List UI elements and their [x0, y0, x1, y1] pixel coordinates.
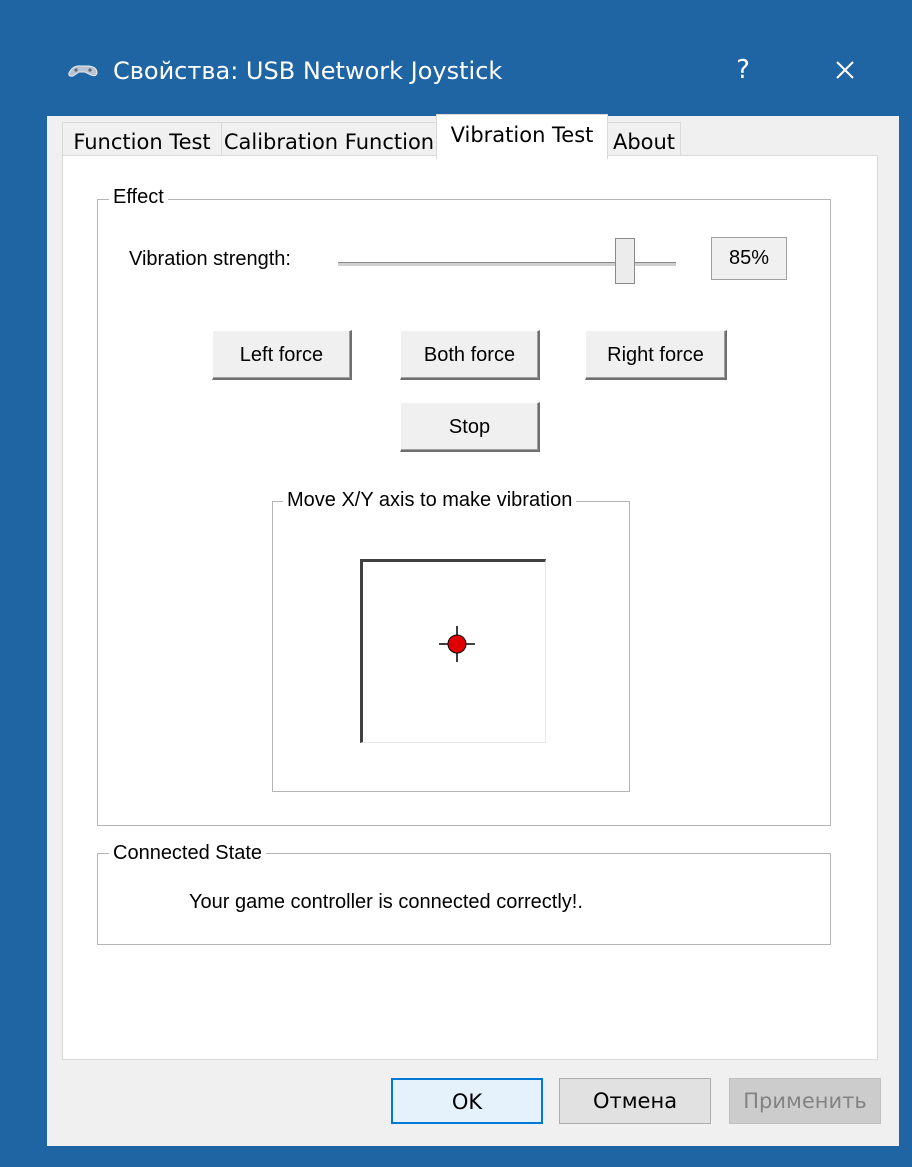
tab-vibration-test[interactable]: Vibration Test — [436, 114, 608, 159]
apply-button[interactable]: Применить — [729, 1078, 881, 1124]
right-force-button[interactable]: Right force — [585, 330, 727, 380]
connection-status-message: Your game controller is connected correc… — [189, 891, 583, 913]
vibration-test-panel: Effect Vibration strength: 85% Left forc… — [62, 155, 878, 1060]
close-icon[interactable] — [817, 46, 873, 94]
slider-thumb[interactable] — [615, 238, 636, 284]
cancel-button[interactable]: Отмена — [559, 1078, 711, 1124]
connected-state-label: Connected State — [109, 841, 266, 865]
properties-dialog: Свойства: USB Network Joystick ? Functio… — [47, 28, 899, 1146]
ok-button[interactable]: OK — [391, 1078, 543, 1124]
effect-group-label: Effect — [109, 185, 168, 209]
window-title: Свойства: USB Network Joystick — [113, 57, 503, 85]
vibration-strength-value: 85% — [711, 237, 787, 280]
vibration-strength-label: Vibration strength: — [129, 248, 291, 270]
xy-axis-group-label: Move X/Y axis to make vibration — [283, 488, 577, 512]
help-button[interactable]: ? — [723, 50, 763, 90]
position-indicator-icon — [439, 626, 475, 662]
left-force-button[interactable]: Left force — [212, 330, 352, 380]
stop-button[interactable]: Stop — [400, 402, 540, 452]
joystick-icon — [68, 65, 98, 77]
xy-position-display — [360, 559, 546, 743]
title-bar[interactable]: Свойства: USB Network Joystick ? — [47, 28, 899, 116]
both-force-button[interactable]: Both force — [400, 330, 540, 380]
